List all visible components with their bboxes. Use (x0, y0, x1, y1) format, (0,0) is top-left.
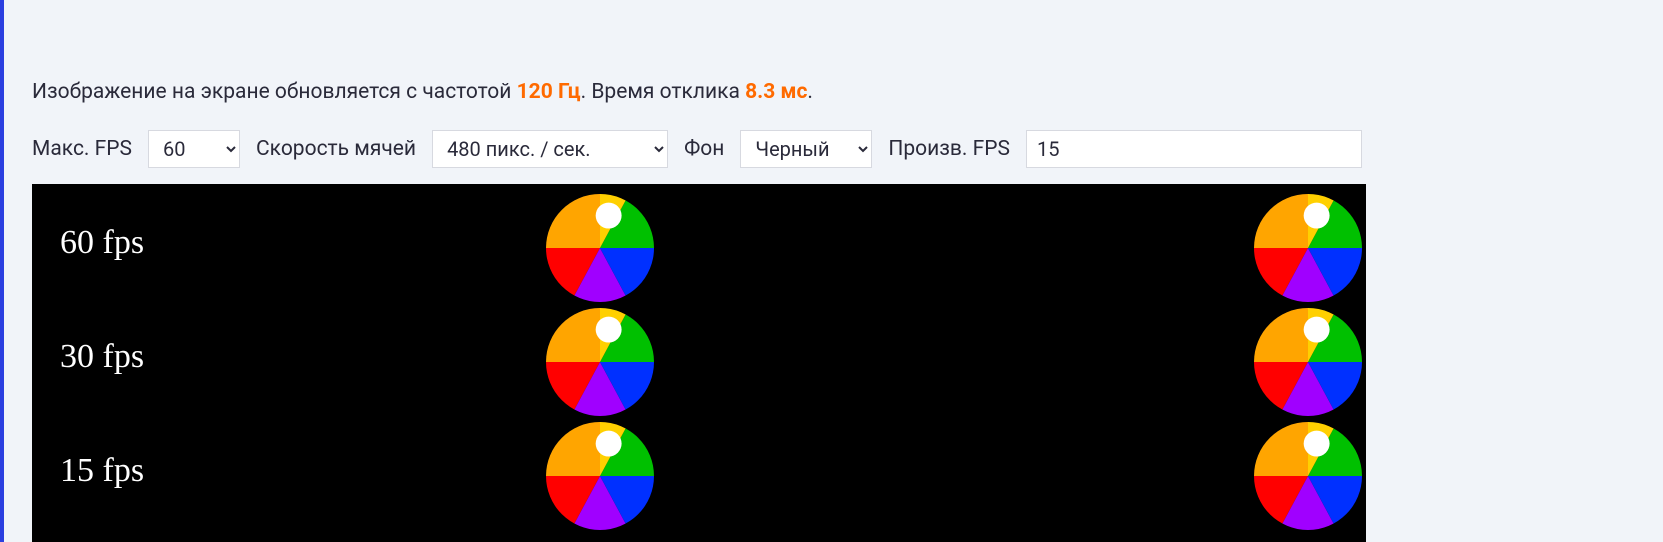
custom-fps-input[interactable] (1026, 130, 1362, 168)
info-prefix: Изображение на экране обновляется с част… (32, 80, 517, 104)
beach-ball-icon (546, 422, 654, 530)
custom-fps-label: Произв. FPS (888, 137, 1010, 161)
animation-stage: 60 fps (32, 184, 1366, 542)
fps-test-panel: Изображение на экране обновляется с част… (0, 0, 1643, 542)
speed-label: Скорость мячей (256, 137, 416, 161)
fps-row: 15 fps (32, 420, 1366, 534)
info-middle: . Время отклика (581, 80, 746, 104)
info-suffix: . (807, 80, 813, 104)
fps-row: 60 fps (32, 192, 1366, 306)
fps-row-label: 60 fps (60, 224, 144, 262)
controls-row: Макс. FPS 60 Скорость мячей 480 пикс. / … (32, 130, 1643, 168)
beach-ball-icon (546, 194, 654, 302)
beach-ball-icon (546, 308, 654, 416)
refresh-rate-value: 120 Гц (517, 80, 581, 104)
info-line: Изображение на экране обновляется с част… (32, 80, 1643, 104)
background-select[interactable]: Черный (740, 130, 872, 168)
fps-row: 30 fps (32, 306, 1366, 420)
max-fps-label: Макс. FPS (32, 137, 132, 161)
beach-ball-icon (1254, 308, 1362, 416)
beach-ball-icon (1254, 194, 1362, 302)
max-fps-select[interactable]: 60 (148, 130, 240, 168)
bg-label: Фон (684, 137, 724, 161)
beach-ball-icon (1254, 422, 1362, 530)
fps-row-label: 15 fps (60, 452, 144, 490)
ball-speed-select[interactable]: 480 пикс. / сек. (432, 130, 668, 168)
response-time-value: 8.3 мс (745, 80, 807, 104)
fps-row-label: 30 fps (60, 338, 144, 376)
